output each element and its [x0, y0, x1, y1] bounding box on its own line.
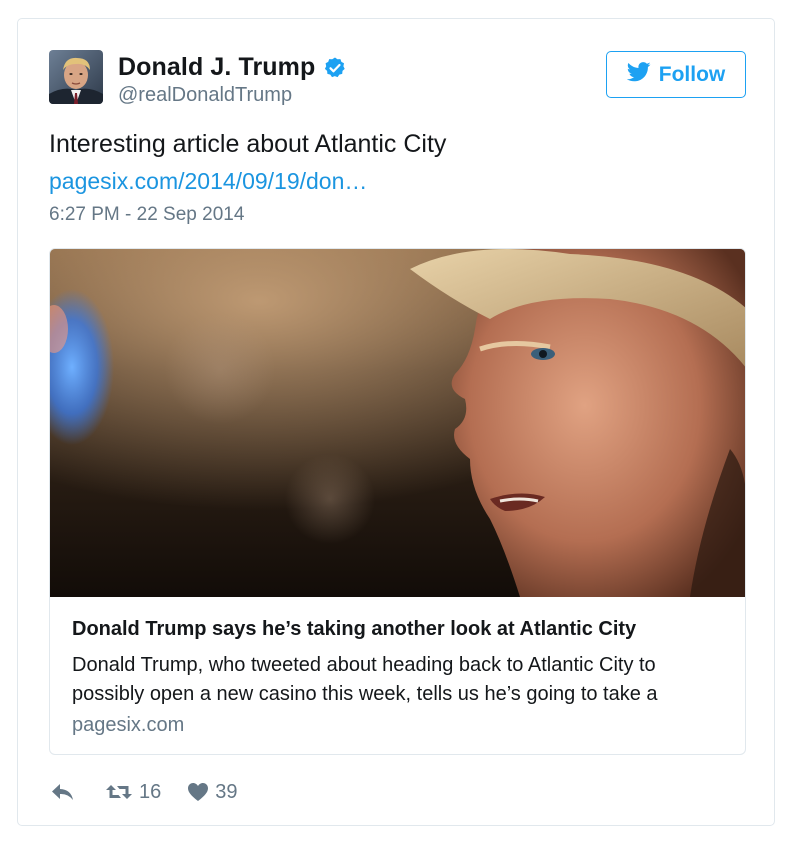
reply-icon [49, 782, 75, 802]
tweet-actions: 16 39 [49, 777, 238, 807]
tweet-timestamp[interactable]: 6:27 PM - 22 Sep 2014 [49, 204, 244, 226]
card-description: Donald Trump, who tweeted about heading … [72, 654, 658, 705]
author-handle[interactable]: @realDonaldTrump [118, 84, 292, 107]
like-button[interactable]: 39 [187, 780, 238, 804]
author-name-row[interactable]: Donald J. Trump [118, 53, 347, 82]
tweet-embed: Donald J. Trump @realDonaldTrump Follow … [17, 18, 775, 826]
avatar[interactable] [49, 50, 103, 104]
author-display-name[interactable]: Donald J. Trump [118, 53, 315, 82]
card-domain: pagesix.com [72, 714, 185, 736]
like-count: 39 [215, 780, 238, 803]
verified-badge-icon [323, 56, 347, 80]
twitter-bird-icon [626, 62, 651, 87]
tweet-link[interactable]: pagesix.com/2014/09/19/don… [49, 168, 367, 195]
link-preview-card[interactable]: Donald Trump says he’s taking another lo… [49, 248, 746, 755]
follow-button[interactable]: Follow [606, 51, 746, 98]
tweet-text: Interesting article about Atlantic City [49, 130, 447, 158]
follow-button-label: Follow [658, 62, 726, 86]
retweet-count: 16 [139, 780, 162, 803]
card-title[interactable]: Donald Trump says he’s taking another lo… [72, 618, 636, 641]
heart-icon [187, 782, 209, 802]
retweet-icon [105, 782, 133, 802]
card-image[interactable] [50, 249, 745, 597]
reply-button[interactable] [49, 782, 75, 802]
retweet-button[interactable]: 16 [105, 781, 161, 804]
